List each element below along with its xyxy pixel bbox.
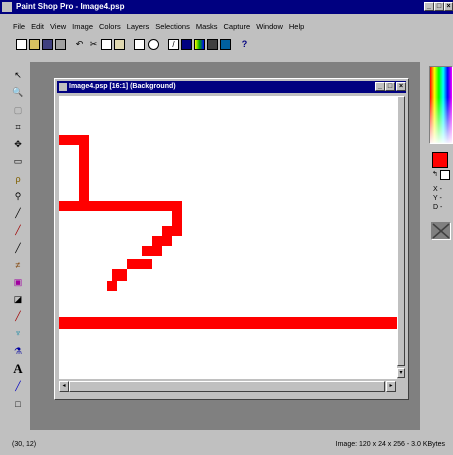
lasso-tool-icon[interactable]: ρ [11,172,25,186]
undo-icon[interactable]: ↶ [74,39,85,50]
color-palette-icon[interactable] [194,39,205,50]
pixel-block [142,246,162,256]
deform-tool-icon[interactable]: ▢ [11,103,25,117]
image-canvas[interactable] [59,96,399,379]
eraser-tool-icon[interactable]: ◪ [11,292,25,306]
print-icon[interactable] [55,39,66,50]
save-icon[interactable] [42,39,53,50]
mover-tool-icon[interactable]: ✥ [11,137,25,151]
zoom-tool-icon[interactable]: 🔍 [11,85,25,99]
airbrush-tool-icon[interactable]: ♆ [11,326,25,340]
document-title: Image4.psp [16:1] (Background) [69,83,176,90]
readout-d: D - [433,204,443,211]
scroll-right-arrow-icon[interactable]: ▸ [386,381,396,392]
pixel-block [162,226,172,236]
menu-masks[interactable]: Masks [193,21,221,33]
text-tool-icon[interactable]: A [11,361,25,376]
retouch-tool-icon[interactable]: ▣ [11,275,25,289]
document-window: Image4.psp [16:1] (Background) _ □ × ▾ ◂… [54,78,409,400]
pixel-block [107,281,117,291]
status-bar: (30, 12) Image: 120 x 24 x 256 - 3.0 KBy… [0,437,453,455]
vertical-scrollbar[interactable]: ▾ [397,96,405,379]
menu-capture[interactable]: Capture [221,21,254,33]
picture-tube-tool-icon[interactable]: ╱ [11,309,25,323]
app-icon [2,2,12,12]
menu-view[interactable]: View [47,21,69,33]
status-image-info: Image: 120 x 24 x 256 - 3.0 KBytes [335,441,445,448]
tool-palette: ↖ 🔍 ▢ ⌗ ✥ ▭ ρ ⚲ ╱ ╱ ╱ ≠ ▣ ◪ ╱ ♆ ⚗ A ╱ □ [8,66,28,416]
pixel-block [112,269,127,281]
toolbar: ↶ ✂ / ? [10,37,310,53]
horizontal-scrollbar[interactable]: ◂ ▸ [59,381,397,392]
close-button[interactable]: × [444,2,453,11]
menu-image[interactable]: Image [69,21,96,33]
menu-colors[interactable]: Colors [96,21,124,33]
menu-help[interactable]: Help [286,21,307,33]
pixel-block [59,317,399,329]
menu-layers[interactable]: Layers [124,21,153,33]
tool-options-icon[interactable]: / [168,39,179,50]
app-title-bar: Paint Shop Pro - Image4.psp _ □ × [0,0,453,14]
open-folder-icon[interactable] [29,39,40,50]
copy-icon[interactable] [101,39,112,50]
background-color-swatch[interactable] [440,170,450,180]
color-replacer-tool-icon[interactable]: ≠ [11,258,25,272]
horizontal-scrollbar-thumb[interactable] [69,381,385,392]
doc-close-button[interactable]: × [396,82,406,91]
document-icon [59,83,67,91]
foreground-color-swatch[interactable] [432,152,448,168]
dropper-tool-icon[interactable]: ╱ [11,206,25,220]
magic-wand-tool-icon[interactable]: ⚲ [11,189,25,203]
doc-minimize-button[interactable]: _ [375,82,385,91]
pixel-block [172,201,182,236]
cross-icon [432,223,450,239]
app-title: Paint Shop Pro - Image4.psp [16,2,125,11]
menu-bar: File Edit View Image Colors Layers Selections M… [10,21,440,34]
shape-tool-icon[interactable]: □ [11,397,25,411]
line-tool-icon[interactable]: ╱ [11,379,25,393]
pixel-block [152,236,172,246]
scrollbar-thumb[interactable] [397,96,405,366]
menu-edit[interactable]: Edit [28,21,47,33]
layers-palette-icon[interactable] [220,39,231,50]
menu-selections[interactable]: Selections [152,21,193,33]
transparent-style-icon[interactable] [431,222,451,240]
maximize-button[interactable]: □ [434,2,444,11]
document-title-bar: Image4.psp [16:1] (Background) _ □ × [57,81,406,93]
clone-brush-tool-icon[interactable]: ╱ [11,241,25,255]
status-coordinates: (30, 12) [12,441,37,448]
color-spectrum[interactable] [429,66,453,144]
scroll-down-arrow-icon[interactable]: ▾ [397,368,405,378]
selection-tool-icon[interactable]: ▭ [11,154,25,168]
zoom-normal-icon[interactable] [148,39,159,50]
menu-window[interactable]: Window [253,21,286,33]
pixel-block [59,201,182,211]
flood-fill-tool-icon[interactable]: ⚗ [11,344,25,358]
control-palette-icon[interactable] [181,39,192,50]
arrow-tool-icon[interactable]: ↖ [11,68,25,82]
full-screen-icon[interactable] [134,39,145,50]
readout-x: X - [433,186,442,193]
crop-tool-icon[interactable]: ⌗ [11,120,25,134]
cut-icon[interactable]: ✂ [88,39,99,50]
pixel-block [79,135,89,211]
minimize-button[interactable]: _ [424,2,434,11]
paintbrush-tool-icon[interactable]: ╱ [11,223,25,237]
color-palette: ↰ X - Y - D - [426,62,453,252]
pixel-block [127,259,152,269]
readout-y: Y - [433,195,442,202]
doc-maximize-button[interactable]: □ [385,82,395,91]
menu-file[interactable]: File [10,21,28,33]
paste-icon[interactable] [114,39,125,50]
histogram-icon[interactable] [207,39,218,50]
new-file-icon[interactable] [16,39,27,50]
scroll-left-arrow-icon[interactable]: ◂ [59,381,69,392]
swap-colors-icon[interactable]: ↰ [432,170,438,178]
context-help-icon[interactable]: ? [239,39,250,50]
